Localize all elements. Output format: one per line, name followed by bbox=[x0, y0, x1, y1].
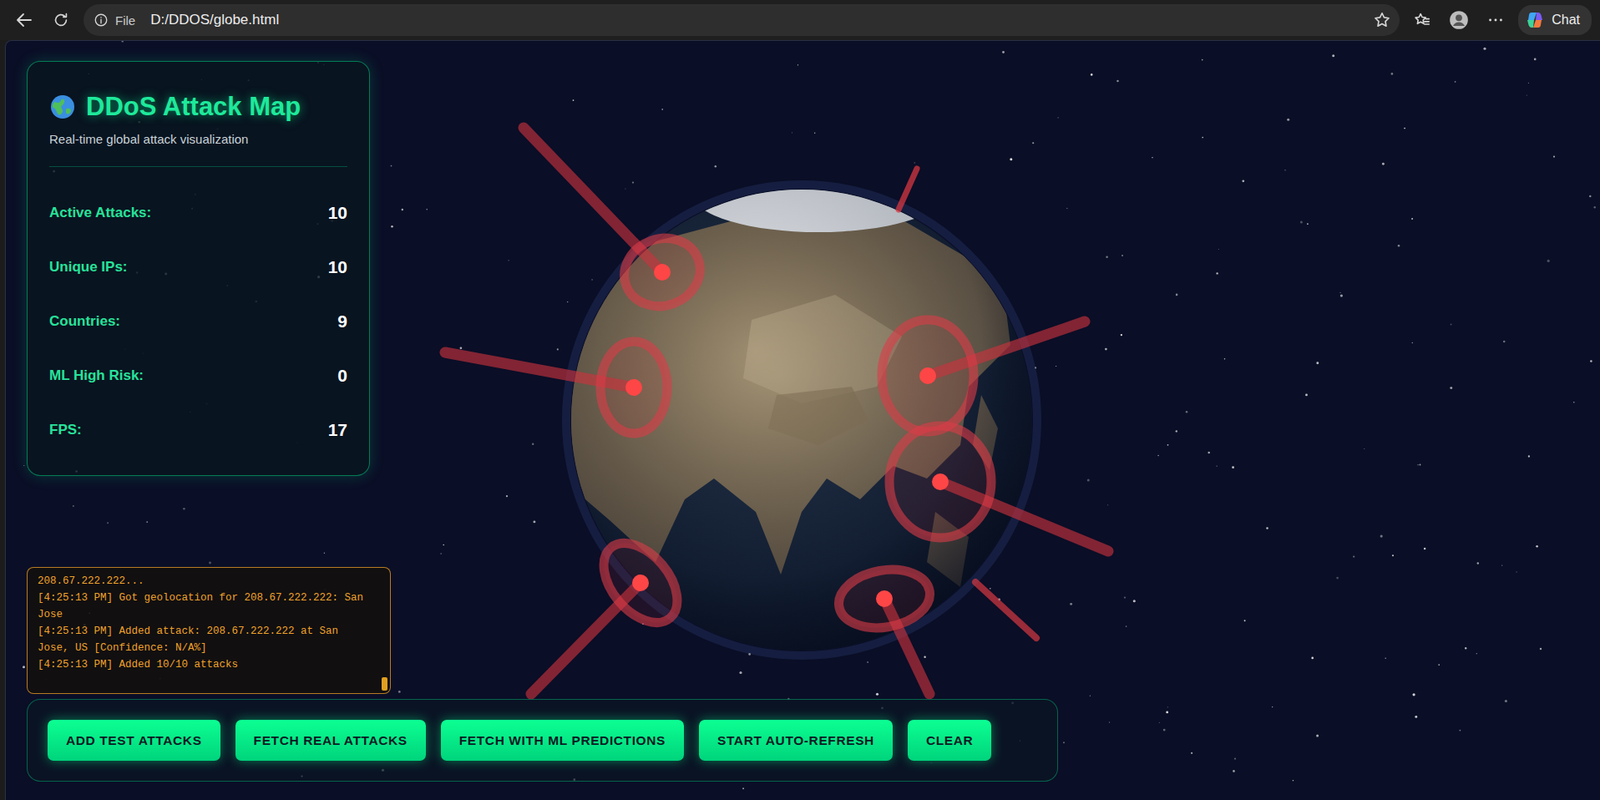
control-bar: ADD TEST ATTACKS FETCH REAL ATTACKS FETCH … bbox=[26, 698, 1059, 782]
panel-title-text: DDoS Attack Map bbox=[86, 91, 301, 122]
panel-subtitle: Real-time global attack visualization bbox=[49, 131, 348, 168]
stat-value: 17 bbox=[328, 420, 348, 441]
favorites-button[interactable] bbox=[1407, 5, 1437, 35]
attack-marker[interactable] bbox=[881, 319, 1085, 432]
favorites-icon bbox=[1412, 10, 1432, 30]
copilot-icon bbox=[1524, 10, 1545, 31]
stat-row: FPS: 17 bbox=[49, 402, 348, 457]
log-panel[interactable]: 208.67.222.222...[4:25:13 PM] Got geoloc… bbox=[26, 567, 391, 694]
stat-label: Unique IPs: bbox=[49, 258, 128, 276]
attack-marker[interactable] bbox=[445, 341, 668, 434]
stat-row: Unique IPs: 10 bbox=[49, 239, 348, 294]
back-button[interactable] bbox=[10, 5, 39, 35]
address-bar[interactable]: File D:/DDOS/globe.html bbox=[83, 4, 1400, 36]
profile-icon bbox=[1448, 9, 1470, 31]
stat-value: 10 bbox=[328, 202, 348, 223]
chat-label: Chat bbox=[1551, 12, 1580, 28]
reload-icon bbox=[51, 10, 71, 30]
attack-marker[interactable] bbox=[889, 425, 1109, 552]
profile-button[interactable] bbox=[1444, 5, 1474, 35]
file-label: File bbox=[115, 13, 144, 28]
log-text: 208.67.222.222...[4:25:13 PM] Got geoloc… bbox=[27, 567, 382, 694]
reload-button[interactable] bbox=[46, 5, 76, 35]
browser-toolbar: File D:/DDOS/globe.html Chat bbox=[0, 0, 1600, 41]
control-button[interactable]: FETCH REAL ATTACKS bbox=[235, 719, 426, 761]
log-line: [4:25:13 PM] Added 10/10 attacks bbox=[37, 656, 375, 674]
control-button[interactable]: ADD TEST ATTACKS bbox=[47, 719, 221, 761]
stats-panel: DDoS Attack Map Real-time global attack v… bbox=[26, 60, 370, 476]
stat-row: Countries: 9 bbox=[49, 293, 348, 349]
url-text[interactable]: D:/DDOS/globe.html bbox=[150, 11, 1367, 29]
control-button[interactable]: START AUTO-REFRESH bbox=[698, 719, 893, 761]
log-scrollbar[interactable] bbox=[381, 570, 388, 691]
stat-row: Active Attacks: 10 bbox=[49, 185, 348, 240]
stat-value: 9 bbox=[337, 311, 348, 332]
attack-marker[interactable] bbox=[531, 529, 692, 694]
stats-list: Active Attacks: 10 Unique IPs: 10 Countries:… bbox=[49, 167, 348, 457]
more-icon bbox=[1486, 10, 1505, 30]
log-line: [4:25:13 PM] Got geolocation for 208.67.… bbox=[37, 589, 375, 623]
log-line: [4:25:13 PM] Added attack: 208.67.222.22… bbox=[37, 622, 375, 657]
stat-row: ML High Risk: 0 bbox=[49, 348, 348, 403]
log-line: 208.67.222.222... bbox=[37, 572, 375, 590]
attack-marker[interactable] bbox=[834, 562, 935, 694]
control-button[interactable]: FETCH WITH ML PREDICTIONS bbox=[440, 719, 684, 761]
star-icon[interactable] bbox=[1372, 10, 1392, 30]
stat-value: 10 bbox=[328, 257, 348, 278]
log-scroll-thumb[interactable] bbox=[381, 677, 388, 691]
info-icon bbox=[93, 12, 109, 28]
stat-label: FPS: bbox=[49, 421, 82, 439]
page: DDoS Attack Map Real-time global attack v… bbox=[5, 40, 1600, 800]
panel-title: DDoS Attack Map bbox=[49, 83, 348, 122]
back-arrow-icon bbox=[14, 10, 35, 31]
globe-icon bbox=[49, 93, 76, 121]
stat-value: 0 bbox=[337, 365, 348, 386]
attack-marker[interactable] bbox=[523, 127, 710, 317]
control-button[interactable]: CLEAR bbox=[907, 719, 992, 761]
stat-label: Active Attacks: bbox=[49, 204, 152, 222]
stat-label: Countries: bbox=[49, 313, 121, 330]
chat-button[interactable]: Chat bbox=[1518, 5, 1592, 36]
starfield bbox=[5, 40, 1596, 790]
stat-label: ML High Risk: bbox=[49, 367, 144, 385]
more-button[interactable] bbox=[1481, 5, 1510, 35]
